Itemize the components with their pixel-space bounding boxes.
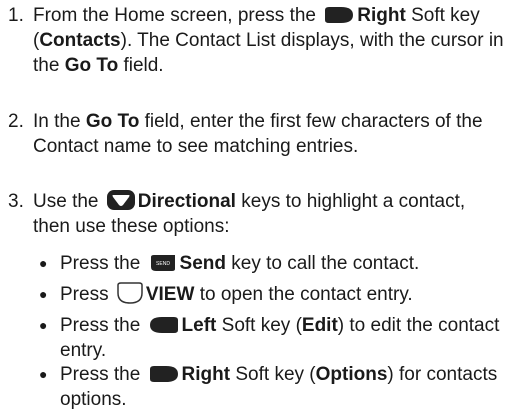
option-text: Press the Right Soft key (Options) for c… <box>60 364 498 410</box>
right-soft-key-icon <box>149 366 178 382</box>
bullet: ● <box>39 286 48 302</box>
directional-key-icon <box>106 190 135 210</box>
step-text: From the Home screen, press the Right So… <box>33 5 504 76</box>
option-text: Press the Left Soft key (Edit) to edit t… <box>60 315 500 361</box>
step-number: 1. <box>8 5 24 26</box>
bullet: ● <box>39 255 48 271</box>
step-text: In the Go To field, enter the first few … <box>33 111 483 157</box>
bullet: ● <box>39 317 48 333</box>
send-key-icon: SEND <box>150 255 175 271</box>
bullet: ● <box>39 366 48 382</box>
instruction-page: 1. From the Home screen, press the Right… <box>0 0 507 412</box>
right-soft-key-icon <box>325 7 354 23</box>
view-key-icon <box>117 282 143 304</box>
svg-text:SEND: SEND <box>156 261 170 267</box>
option-text: Press the SEND Send key to call the conta… <box>60 253 420 274</box>
left-soft-key-icon <box>149 317 178 333</box>
step-number: 3. <box>8 191 24 212</box>
step-text: Use the Directional keys to highlight a … <box>33 190 466 237</box>
option-text: Press VIEW to open the contact entry. <box>60 282 413 305</box>
step-number: 2. <box>8 111 24 132</box>
